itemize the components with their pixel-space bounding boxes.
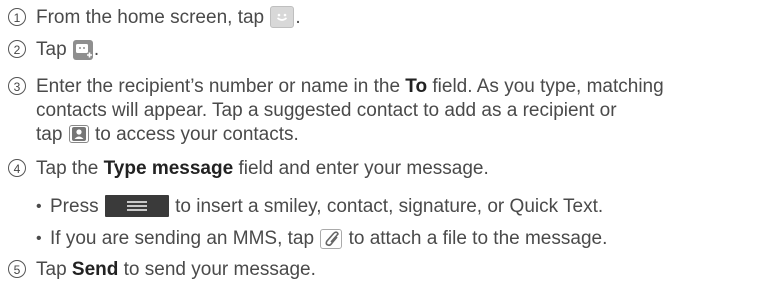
- bullet-2: • If you are sending an MMS, tap to atta…: [36, 227, 780, 251]
- step-text-part: to send your message.: [118, 259, 316, 280]
- bullet-dot: •: [36, 230, 42, 247]
- step-text-part: Enter the recipient’s number or name in …: [36, 76, 406, 97]
- step-text-part: From the home screen, tap: [36, 7, 270, 28]
- step-text: Tap the Type message field and enter you…: [36, 157, 780, 181]
- step-5: 5 Tap Send to send your message.: [8, 258, 780, 282]
- step-text-part: Tap: [36, 259, 72, 280]
- step-4: 4 Tap the Type message field and enter y…: [8, 157, 780, 181]
- bullet-text-part: Press: [50, 196, 104, 217]
- contacts-icon: [68, 125, 89, 143]
- bullet-text: If you are sending an MMS, tap to attach…: [50, 227, 780, 251]
- step-text-part: Tap the: [36, 158, 104, 179]
- step-number: 3: [8, 77, 26, 95]
- step-text: Tap Send to send your message.: [36, 258, 780, 282]
- paperclip-icon: [320, 229, 343, 249]
- messages-app-icon: [270, 6, 295, 28]
- step-text: Tap .: [36, 38, 780, 62]
- step-number: 4: [8, 159, 26, 177]
- step-text-part: field and enter your message.: [233, 158, 489, 179]
- bullet-text-part: to insert a smiley, contact, signature, …: [169, 196, 604, 217]
- step-text-part: .: [93, 39, 100, 60]
- to-field-label: To: [405, 76, 428, 97]
- menu-key-icon: [104, 195, 169, 217]
- step-text-part: to access your contacts.: [89, 124, 299, 145]
- step-text: From the home screen, tap .: [36, 6, 780, 30]
- step-number: 1: [8, 8, 26, 26]
- step-2: 2 Tap .: [8, 38, 780, 62]
- step-number: 5: [8, 260, 26, 278]
- step-text-part: Tap: [36, 39, 72, 60]
- step-3: 3 Enter the recipient’s number or name i…: [8, 75, 780, 147]
- bullet-text-part: to attach a file to the message.: [343, 228, 608, 249]
- bullet-1: • Press to insert a smiley, contact, sig…: [36, 195, 780, 219]
- step-text-part: contacts will appear. Tap a suggested co…: [36, 100, 617, 121]
- step-text: Enter the recipient’s number or name in …: [36, 75, 780, 147]
- step-text-part: tap: [36, 124, 68, 145]
- bullet-text: Press to insert a smiley, contact, signa…: [50, 195, 780, 219]
- step-number: 2: [8, 40, 26, 58]
- step-1: 1 From the home screen, tap .: [8, 6, 780, 30]
- bullet-dot: •: [36, 198, 42, 215]
- step-text-part: field. As you type, matching: [427, 76, 664, 97]
- new-message-icon: [72, 40, 93, 60]
- send-label: Send: [71, 259, 119, 280]
- type-message-label: Type message: [103, 158, 234, 179]
- bullet-text-part: If you are sending an MMS, tap: [50, 228, 320, 249]
- step-text-part: .: [295, 7, 301, 28]
